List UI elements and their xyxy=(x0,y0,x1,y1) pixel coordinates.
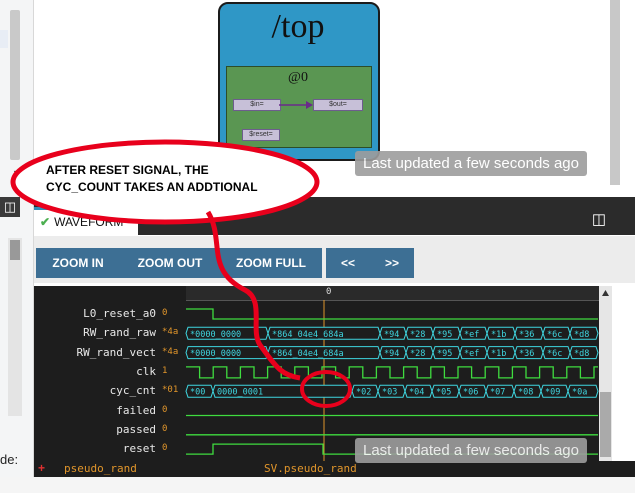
bus-value-label: *d8 xyxy=(574,349,589,359)
bus-value-label: *06 xyxy=(463,388,478,398)
bus-value-label: *95 xyxy=(437,349,452,359)
scope-name[interactable]: pseudo_rand xyxy=(64,462,137,475)
bus-value-label: *6c xyxy=(547,349,562,359)
bus-value-label: *95 xyxy=(437,330,452,340)
bus-value-label: 0000_0001 xyxy=(217,388,263,398)
bus-value-label: *08 xyxy=(518,388,533,398)
annotation-line-1: AFTER RESET SIGNAL, THE xyxy=(46,163,209,177)
bus-value-label: *6c xyxy=(547,330,562,340)
waveform-traces: *0000_0000 *864_04e4_684a *94 *28 *95 *ef *1b *… xyxy=(185,290,609,461)
trace-l0-reset xyxy=(186,308,598,320)
bus-value-label: *0000_0000 xyxy=(190,349,241,359)
scroll-up-arrow-icon xyxy=(602,290,609,296)
bus-value-label: *05 xyxy=(436,388,451,398)
bus-value-label: *1b xyxy=(491,330,506,340)
bus-value-label: *ef xyxy=(464,349,479,359)
bus-value-label: *36 xyxy=(519,349,534,359)
bus-value-label: *0a xyxy=(572,388,587,398)
scope-instance: SV.pseudo_rand xyxy=(264,462,357,475)
bus-value-label: *00 xyxy=(190,388,205,398)
bus-value-label: *1b xyxy=(491,349,506,359)
bus-value-label: *ef xyxy=(464,330,479,340)
bus-value-label: *36 xyxy=(519,330,534,340)
bus-value-label: *04 xyxy=(409,388,424,398)
bus-value-label: *28 xyxy=(410,330,425,340)
annotation-text: AFTER RESET SIGNAL, THE CYC_COUNT TAKES … xyxy=(46,162,316,196)
bus-value-label: *94 xyxy=(384,349,399,359)
bus-value-label: *07 xyxy=(490,388,505,398)
bus-value-label: *864_04e4_684a xyxy=(272,349,344,359)
bus-value-label: *0000_0000 xyxy=(190,330,241,340)
status-toast: Last updated a few seconds ago xyxy=(355,438,587,463)
bus-value-label: *02 xyxy=(356,388,371,398)
bus-value-label: *09 xyxy=(545,388,560,398)
trace-clk xyxy=(186,366,598,379)
bus-value-label: *864_04e4_684a xyxy=(272,330,344,340)
bus-value-label: *94 xyxy=(384,330,399,340)
bus-value-label: *03 xyxy=(382,388,397,398)
annotation-line-2: CYC_COUNT TAKES AN ADDTIONAL xyxy=(46,180,258,194)
bottom-strip xyxy=(0,477,635,493)
bus-value-label: *28 xyxy=(410,349,425,359)
status-toast: Last updated a few seconds ago xyxy=(355,151,587,176)
plus-icon[interactable]: + xyxy=(38,461,45,475)
bus-value-label: *d8 xyxy=(574,330,589,340)
